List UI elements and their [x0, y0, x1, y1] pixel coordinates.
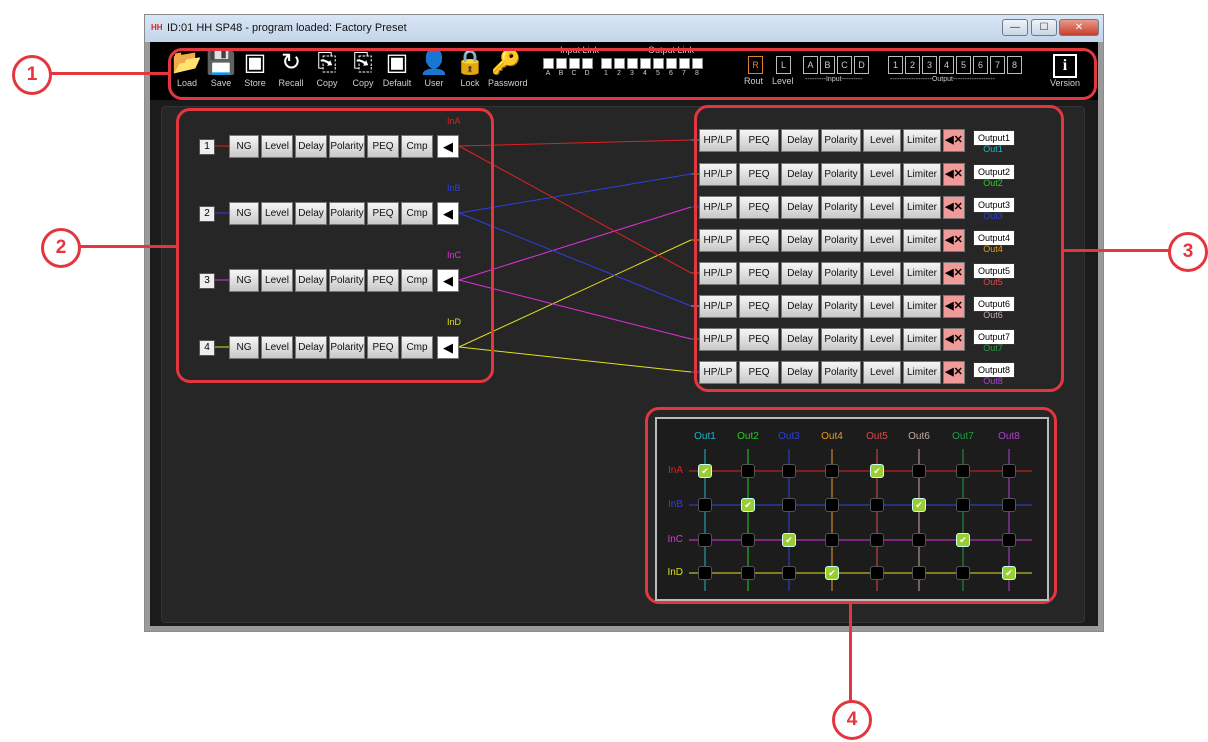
matrix-node[interactable]: [825, 533, 839, 547]
matrix-lines: [689, 449, 1032, 591]
callout-toolbar: [168, 48, 1097, 100]
matrix-node[interactable]: [870, 566, 884, 580]
matrix-node-checked[interactable]: ✔: [870, 464, 884, 478]
callout-1-line: [49, 72, 169, 75]
callout-4-badge: 4: [832, 700, 872, 740]
matrix-node[interactable]: [870, 498, 884, 512]
matrix-node[interactable]: [1002, 498, 1016, 512]
matrix-node[interactable]: [741, 464, 755, 478]
matrix-col-out3: Out3: [778, 431, 800, 442]
title-bar: HH ID:01 HH SP48 - program loaded: Facto…: [145, 15, 1103, 42]
matrix-col-out2: Out2: [737, 431, 759, 442]
matrix-node-checked[interactable]: ✔: [782, 533, 796, 547]
matrix-node[interactable]: [741, 566, 755, 580]
matrix-node[interactable]: [782, 566, 796, 580]
matrix-node[interactable]: [698, 498, 712, 512]
matrix-row-inc: InC: [667, 534, 683, 545]
matrix-node[interactable]: [870, 533, 884, 547]
matrix-node[interactable]: [782, 498, 796, 512]
app-logo: HH: [151, 23, 163, 32]
matrix-node[interactable]: [912, 533, 926, 547]
matrix-node[interactable]: [698, 566, 712, 580]
matrix-node[interactable]: [825, 464, 839, 478]
matrix-node[interactable]: [912, 566, 926, 580]
matrix-node[interactable]: [1002, 464, 1016, 478]
callout-2-line: [78, 245, 177, 248]
callout-3-line: [1063, 249, 1169, 252]
matrix-node-checked[interactable]: ✔: [825, 566, 839, 580]
matrix-col-out7: Out7: [952, 431, 974, 442]
matrix-node[interactable]: [698, 533, 712, 547]
matrix-node[interactable]: [741, 533, 755, 547]
routing-matrix: Out1 Out2 Out3 Out4 Out5 Out6 Out7 Out8 InA ✔ ✔ InB…: [655, 417, 1049, 601]
callout-2-badge: 2: [41, 228, 81, 268]
matrix-col-out6: Out6: [908, 431, 930, 442]
matrix-node-checked[interactable]: ✔: [698, 464, 712, 478]
matrix-node[interactable]: [956, 464, 970, 478]
matrix-col-out1: Out1: [694, 431, 716, 442]
close-button[interactable]: ✕: [1059, 19, 1099, 36]
matrix-col-out4: Out4: [821, 431, 843, 442]
matrix-row-ina: InA: [667, 465, 683, 476]
callout-3-badge: 3: [1168, 232, 1208, 272]
matrix-node[interactable]: [912, 464, 926, 478]
matrix-node[interactable]: [956, 566, 970, 580]
matrix-col-out8: Out8: [998, 431, 1020, 442]
matrix-node-checked[interactable]: ✔: [912, 498, 926, 512]
matrix-row-inb: InB: [667, 499, 683, 510]
window-title: ID:01 HH SP48 - program loaded: Factory …: [167, 22, 407, 34]
matrix-node-checked[interactable]: ✔: [1002, 566, 1016, 580]
callout-4-line: [849, 603, 852, 701]
matrix-node[interactable]: [825, 498, 839, 512]
maximize-button[interactable]: ☐: [1031, 19, 1057, 36]
matrix-node[interactable]: [1002, 533, 1016, 547]
matrix-node[interactable]: [956, 498, 970, 512]
matrix-col-out5: Out5: [866, 431, 888, 442]
callout-inputs: [176, 108, 494, 383]
minimize-button[interactable]: —: [1002, 19, 1028, 36]
matrix-node-checked[interactable]: ✔: [956, 533, 970, 547]
matrix-node[interactable]: [782, 464, 796, 478]
matrix-node-checked[interactable]: ✔: [741, 498, 755, 512]
callout-outputs: [694, 105, 1064, 392]
callout-1-badge: 1: [12, 55, 52, 95]
matrix-row-ind: InD: [667, 567, 683, 578]
